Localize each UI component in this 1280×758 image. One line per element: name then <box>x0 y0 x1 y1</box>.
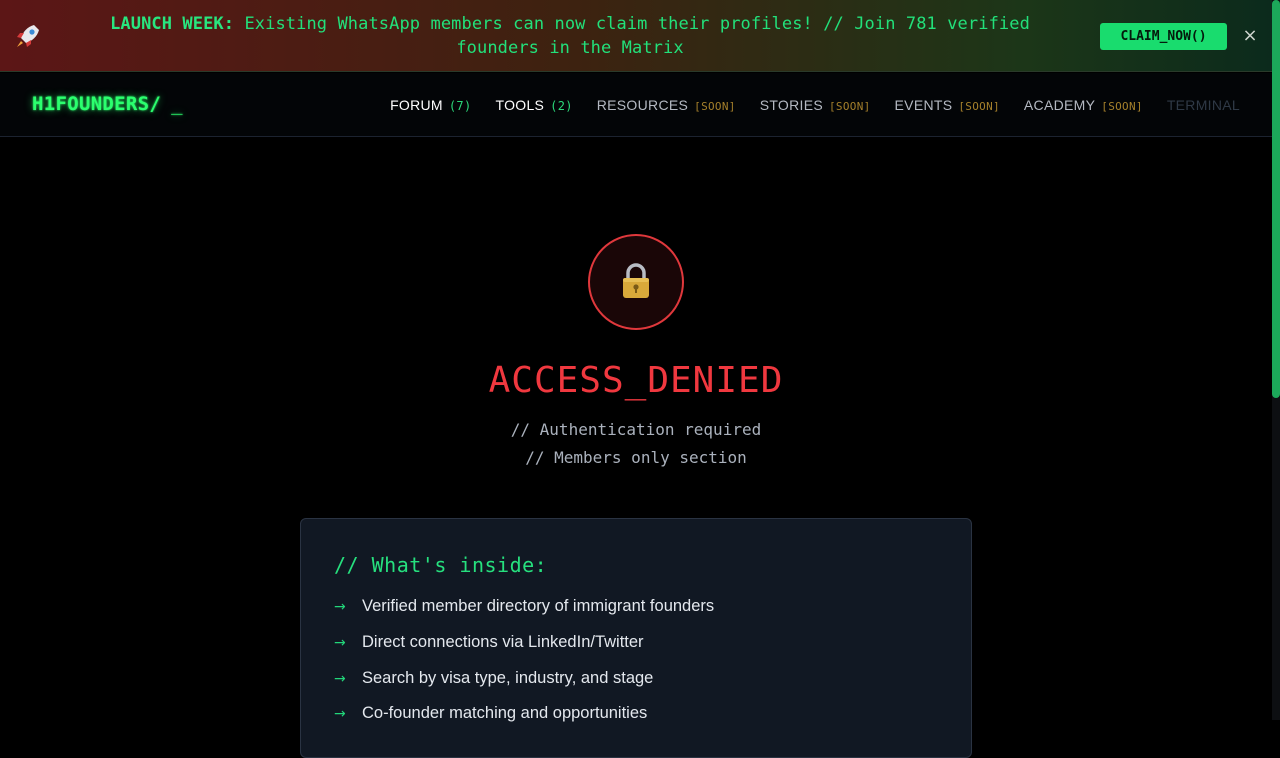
feature-text: Direct connections via LinkedIn/Twitter <box>362 633 644 651</box>
soon-badge: [SOON] <box>958 100 1000 113</box>
list-item: → Direct connections via LinkedIn/Twitte… <box>334 633 644 652</box>
arrow-right-icon: → <box>334 598 346 615</box>
logo-text: H1FOUNDERS/ <box>32 93 162 115</box>
feature-text: Verified member directory of immigrant f… <box>362 597 715 615</box>
features-card: // What's inside: → Verified member dire… <box>300 518 972 758</box>
feature-text: Co-founder matching and opportunities <box>362 704 648 722</box>
list-item: → Search by visa type, industry, and sta… <box>334 669 653 688</box>
claim-now-button[interactable]: CLAIM_NOW() <box>1100 23 1227 50</box>
nav-item-forum[interactable]: FORUM (7) <box>390 97 471 113</box>
nav-item-count: (2) <box>550 99 573 113</box>
soon-badge: [SOON] <box>694 100 736 113</box>
soon-badge: [SOON] <box>1101 100 1143 113</box>
nav-item-label: STORIES <box>759 97 823 113</box>
list-item: → Verified member directory of immigrant… <box>334 597 714 616</box>
nav-item-terminal[interactable]: TERMINAL <box>1167 97 1240 113</box>
top-nav: H1FOUNDERS/ _ FORUM (7) TOOLS (2) RESOURCES… <box>0 73 1272 137</box>
nav-item-stories[interactable]: STORIES [SOON] <box>760 97 871 113</box>
nav-item-count: (7) <box>448 99 472 113</box>
nav-item-resources[interactable]: RESOURCES [SOON] <box>597 97 736 113</box>
nav-item-label: FORUM <box>390 97 443 113</box>
arrow-right-icon: → <box>334 670 346 687</box>
banner-text: Existing WhatsApp members can now claim … <box>244 14 1030 58</box>
announcement-banner: LAUNCH WEEK: Existing WhatsApp members c… <box>0 0 1280 72</box>
nav-item-tools[interactable]: TOOLS (2) <box>495 97 572 113</box>
close-icon[interactable]: × <box>1240 26 1260 46</box>
soon-badge: [SOON] <box>829 100 871 113</box>
nav-item-label: TOOLS <box>495 97 545 113</box>
page-title: ACCESS_DENIED <box>488 360 784 401</box>
rocket-icon <box>17 25 39 47</box>
banner-message: LAUNCH WEEK: Existing WhatsApp members c… <box>64 12 1076 60</box>
arrow-right-icon: → <box>334 705 346 722</box>
logo-cursor: _ <box>171 93 183 115</box>
feature-text: Search by visa type, industry, and stage <box>362 669 654 687</box>
nav-item-label: RESOURCES <box>596 97 689 113</box>
auth-required-text: // Authentication required <box>510 420 762 439</box>
nav-item-label: TERMINAL <box>1166 97 1240 113</box>
members-only-text: // Members only section <box>525 448 747 467</box>
nav-item-events[interactable]: EVENTS [SOON] <box>895 97 1000 113</box>
nav-item-label: ACADEMY <box>1023 97 1096 113</box>
logo[interactable]: H1FOUNDERS/ _ <box>32 93 183 115</box>
banner-lead: LAUNCH WEEK: <box>110 14 235 34</box>
nav-links: FORUM (7) TOOLS (2) RESOURCES [SOON] STORIE… <box>390 97 1240 113</box>
lock-icon <box>623 263 649 298</box>
nav-item-academy[interactable]: ACADEMY [SOON] <box>1024 97 1143 113</box>
nav-item-label: EVENTS <box>894 97 953 113</box>
list-item: → Co-founder matching and opportunities <box>334 704 647 723</box>
arrow-right-icon: → <box>334 634 346 651</box>
card-title: // What's inside: <box>334 553 548 577</box>
scrollbar-thumb[interactable] <box>1272 0 1280 398</box>
